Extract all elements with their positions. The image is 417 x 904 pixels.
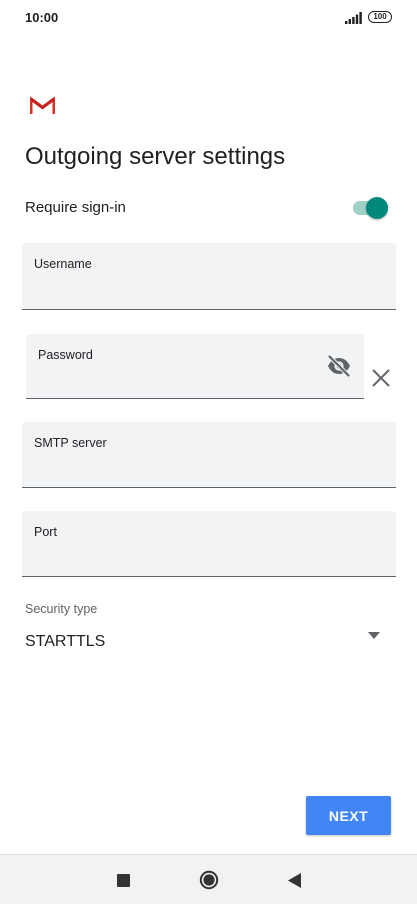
visibility-off-icon[interactable] — [326, 354, 352, 378]
port-input[interactable] — [34, 548, 384, 568]
dropdown-arrow-icon — [368, 632, 380, 639]
username-input[interactable] — [34, 281, 384, 301]
username-label: Username — [34, 257, 92, 271]
toggle-thumb — [366, 197, 388, 219]
password-field[interactable]: Password — [26, 334, 364, 399]
home-icon[interactable] — [199, 870, 219, 890]
smtp-server-input[interactable] — [34, 459, 384, 479]
page-title: Outgoing server settings — [25, 143, 286, 170]
smtp-server-field[interactable]: SMTP server — [22, 422, 396, 488]
smtp-server-label: SMTP server — [34, 436, 107, 450]
password-input[interactable] — [38, 370, 318, 390]
security-type-value: STARTTLS — [25, 633, 106, 650]
navigation-bar — [0, 854, 417, 904]
password-label: Password — [38, 348, 93, 362]
security-type-select[interactable]: STARTTLS — [25, 624, 387, 660]
back-icon[interactable] — [288, 873, 301, 888]
port-label: Port — [34, 525, 57, 539]
require-signin-toggle[interactable] — [353, 196, 389, 220]
gmail-logo — [30, 96, 55, 114]
require-signin-row: Require sign-in — [25, 196, 390, 220]
security-type-label: Security type — [25, 602, 98, 616]
battery-level: 100 — [373, 12, 387, 21]
signal-icon — [345, 12, 362, 24]
battery-icon: 100 — [368, 11, 392, 23]
recents-icon[interactable] — [117, 874, 130, 887]
clear-icon[interactable] — [370, 367, 392, 389]
status-bar: 10:00 100 — [0, 0, 417, 40]
next-button[interactable]: NEXT — [306, 796, 391, 835]
port-field[interactable]: Port — [22, 511, 396, 577]
require-signin-label: Require sign-in — [25, 199, 126, 216]
username-field[interactable]: Username — [22, 243, 396, 310]
status-time: 10:00 — [25, 10, 59, 25]
